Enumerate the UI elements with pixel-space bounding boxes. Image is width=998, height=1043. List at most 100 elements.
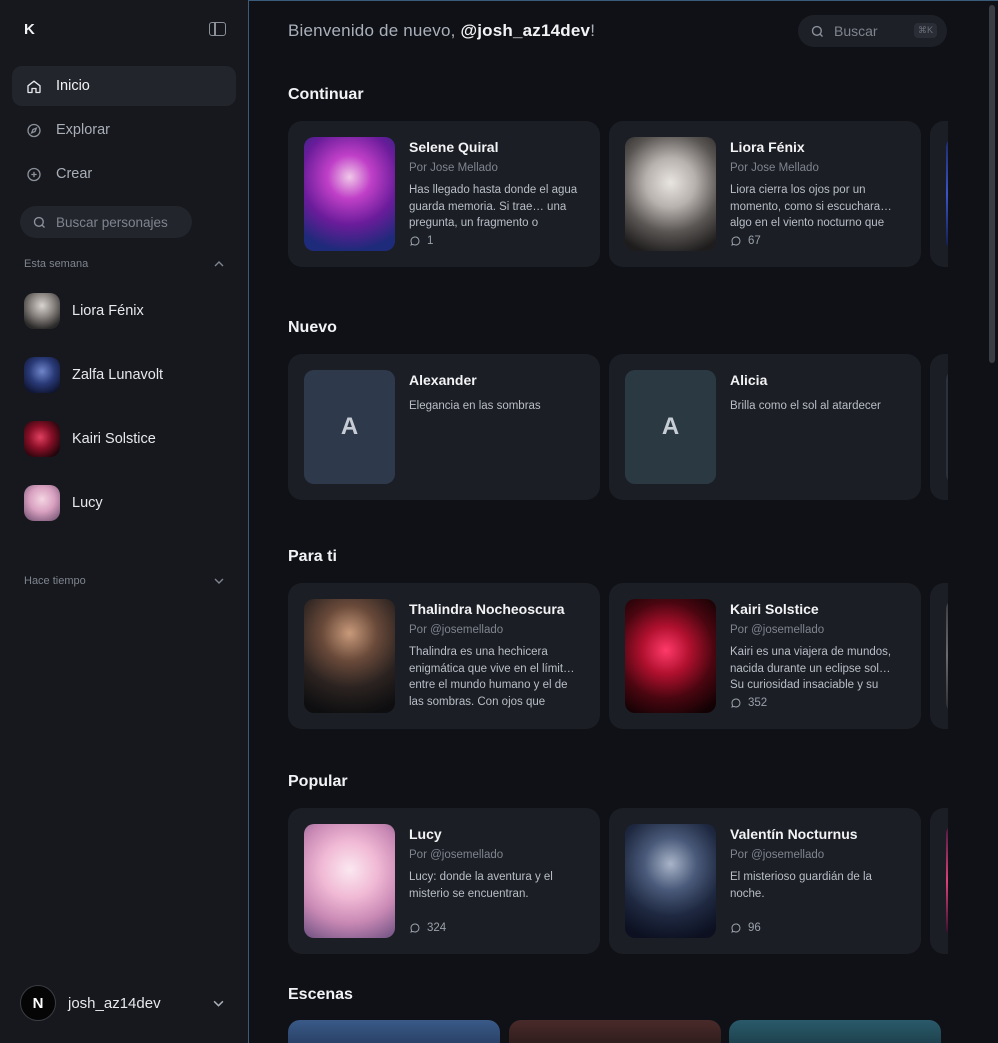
sidebar-toggle-icon[interactable] xyxy=(209,22,226,36)
nav-item-label: Crear xyxy=(56,166,93,182)
character-card-peek[interactable] xyxy=(930,583,948,729)
scene-card[interactable] xyxy=(509,1020,721,1043)
chat-name: Zalfa Lunavolt xyxy=(72,367,164,383)
character-description: Lucy: donde la aventura y el misterio se… xyxy=(409,871,553,900)
chat-item[interactable]: Liora Fénix xyxy=(24,292,234,330)
character-name: Alexander xyxy=(409,372,477,388)
count-value: 324 xyxy=(427,922,447,934)
character-image xyxy=(625,824,716,938)
character-placeholder: A xyxy=(304,370,395,484)
search-icon xyxy=(811,25,823,37)
chat-item[interactable]: Kairi Solstice xyxy=(24,420,234,458)
character-card[interactable]: Liora Fénix Por Jose Mellado Liora cierr… xyxy=(609,121,921,267)
character-description: Has llegado hasta donde el agua guarda m… xyxy=(409,184,578,229)
chat-bubble-icon xyxy=(731,698,741,708)
section-long-ago[interactable]: Hace tiempo xyxy=(24,575,224,587)
nav-item-explorar[interactable]: Explorar xyxy=(12,110,236,150)
scene-card[interactable] xyxy=(729,1020,941,1043)
welcome-prefix: Bienvenido de nuevo, xyxy=(288,21,461,40)
character-description: El misterioso guardián de la noche. xyxy=(730,871,872,900)
message-count: 324 xyxy=(409,922,446,934)
section-title-escenas: Escenas xyxy=(288,986,353,1003)
avatar xyxy=(24,357,60,393)
character-card[interactable]: A Alexander Elegancia en las sombras xyxy=(288,354,600,500)
character-description: Kairi es una viajera de mundos, nacida d… xyxy=(730,646,892,691)
character-card-peek[interactable] xyxy=(930,121,948,267)
character-image xyxy=(304,824,395,938)
character-image xyxy=(946,137,948,251)
section-title-popular: Popular xyxy=(288,773,348,790)
nav-item-crear[interactable]: Crear xyxy=(12,154,236,194)
character-name: Liora Fénix xyxy=(730,139,805,155)
count-value: 1 xyxy=(427,235,434,247)
search-placeholder: Buscar xyxy=(834,23,878,39)
nav-item-label: Inicio xyxy=(56,78,90,94)
chat-bubble-icon xyxy=(410,236,420,246)
character-description: Liora cierra los ojos por un momento, co… xyxy=(730,184,892,229)
chat-name: Liora Fénix xyxy=(72,303,144,319)
character-image xyxy=(946,824,948,938)
character-card-peek[interactable] xyxy=(930,808,948,954)
search-input[interactable]: Buscar ⌘K xyxy=(798,15,947,47)
sidebar: K Inicio Explorar Crear Buscar personaje… xyxy=(0,0,248,1043)
chat-name: Kairi Solstice xyxy=(72,431,156,447)
carousel-para-ti: Thalindra Nocheoscura Por @josemellado T… xyxy=(288,583,948,731)
welcome-suffix: ! xyxy=(590,21,596,40)
compass-icon xyxy=(26,122,42,138)
chat-bubble-icon xyxy=(410,923,420,933)
carousel-nuevo: A Alexander Elegancia en las sombras A A… xyxy=(288,354,948,502)
character-card[interactable]: Lucy Por @josemellado Lucy: donde la ave… xyxy=(288,808,600,954)
user-menu[interactable]: N josh_az14dev xyxy=(20,985,226,1021)
character-card[interactable]: A Alicia Brilla como el sol al atardecer xyxy=(609,354,921,500)
character-description: Brilla como el sol al atardecer xyxy=(730,400,881,412)
nav-item-inicio[interactable]: Inicio xyxy=(12,66,236,106)
character-author: Por @josemellado xyxy=(730,624,825,636)
character-card[interactable]: Kairi Solstice Por @josemellado Kairi es… xyxy=(609,583,921,729)
chat-item[interactable]: Lucy xyxy=(24,484,234,522)
home-icon xyxy=(26,78,42,94)
avatar xyxy=(24,421,60,457)
character-image xyxy=(625,137,716,251)
character-description: Elegancia en las sombras xyxy=(409,400,541,412)
character-author: Por Jose Mellado xyxy=(409,162,498,174)
character-author: Por @josemellado xyxy=(730,849,825,861)
scrollbar[interactable] xyxy=(989,5,995,363)
character-name: Selene Quiral xyxy=(409,139,499,155)
carousel-popular: Lucy Por @josemellado Lucy: donde la ave… xyxy=(288,808,948,956)
scene-card[interactable] xyxy=(288,1020,500,1043)
character-name: Valentín Nocturnus xyxy=(730,826,858,842)
welcome-message: Bienvenido de nuevo, @josh_az14dev! xyxy=(288,21,595,41)
character-card-peek[interactable] xyxy=(930,354,948,500)
character-card[interactable]: Selene Quiral Por Jose Mellado Has llega… xyxy=(288,121,600,267)
character-image xyxy=(946,370,948,484)
chat-bubble-icon xyxy=(731,236,741,246)
search-icon xyxy=(33,216,45,228)
character-placeholder: A xyxy=(625,370,716,484)
section-title-continuar: Continuar xyxy=(288,86,364,103)
chat-name: Lucy xyxy=(72,495,103,511)
username: josh_az14dev xyxy=(68,994,161,1012)
app-logo[interactable]: K xyxy=(24,21,35,38)
chevron-down-icon xyxy=(214,578,224,584)
character-description: Thalindra es una hechicera enigmática qu… xyxy=(409,646,575,708)
plus-icon xyxy=(26,166,42,182)
main-content: Bienvenido de nuevo, @josh_az14dev! Busc… xyxy=(248,0,998,1043)
welcome-username: @josh_az14dev xyxy=(460,21,591,40)
character-search-input[interactable]: Buscar personajes xyxy=(20,206,192,238)
section-title-para-ti: Para ti xyxy=(288,548,337,565)
chat-bubble-icon xyxy=(731,923,741,933)
avatar xyxy=(24,293,60,329)
chat-item[interactable]: Zalfa Lunavolt xyxy=(24,356,234,394)
count-value: 352 xyxy=(748,697,768,709)
section-this-week[interactable]: Esta semana xyxy=(24,258,224,270)
avatar xyxy=(24,485,60,521)
message-count: 96 xyxy=(730,922,761,934)
character-card[interactable]: Valentín Nocturnus Por @josemellado El m… xyxy=(609,808,921,954)
carousel-continuar: Selene Quiral Por Jose Mellado Has llega… xyxy=(288,121,948,269)
character-author: Por @josemellado xyxy=(409,849,504,861)
count-value: 96 xyxy=(748,922,761,934)
character-image xyxy=(304,137,395,251)
avatar: N xyxy=(20,985,56,1021)
shortcut-badge: ⌘K xyxy=(913,23,937,38)
character-card[interactable]: Thalindra Nocheoscura Por @josemellado T… xyxy=(288,583,600,729)
